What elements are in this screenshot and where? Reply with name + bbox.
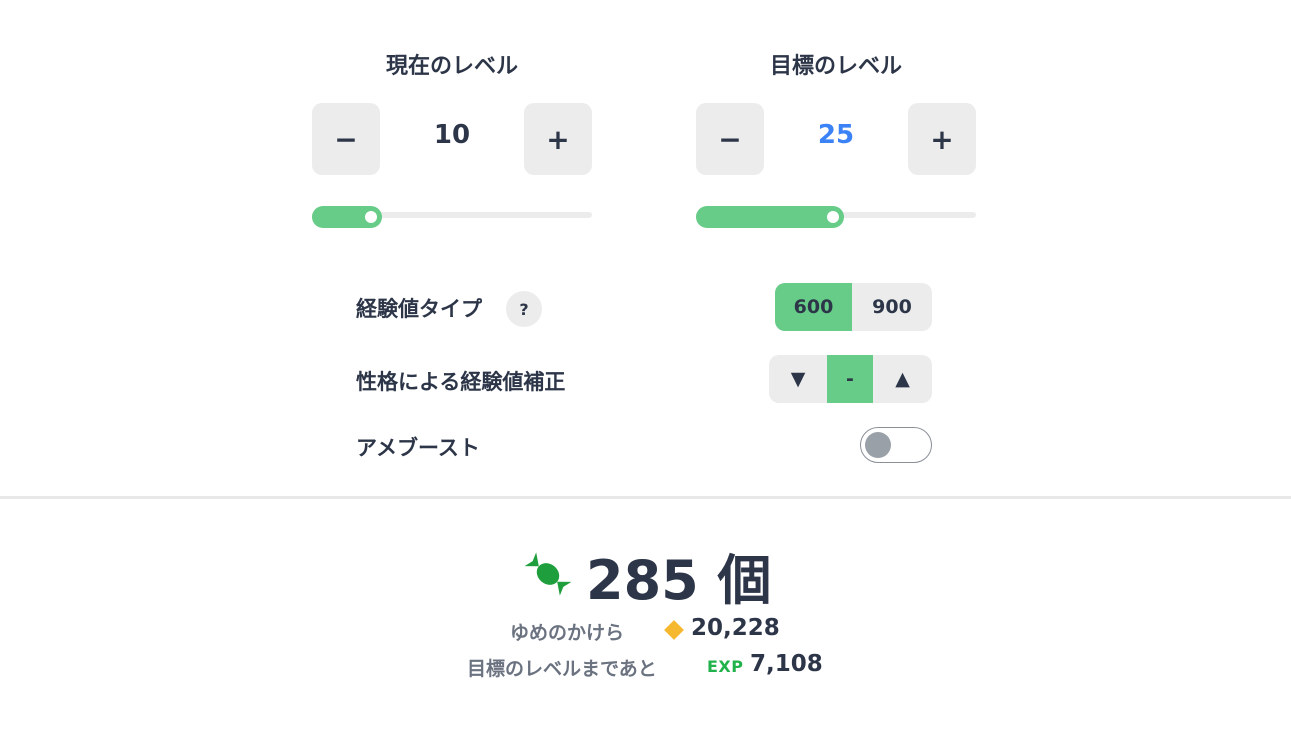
exp-type-selector: 600 900 [775, 283, 932, 331]
help-icon[interactable]: ? [506, 291, 542, 327]
candy-count: 285 個 [586, 549, 772, 612]
current-level-value: 10 [433, 120, 471, 150]
target-level-increment-button[interactable]: + [908, 103, 976, 175]
dream-shards-label: ゆめのかけら [510, 622, 625, 644]
nature-correction-selector: ▼ - ▲ [769, 355, 932, 403]
exp-type-option-900[interactable]: 900 [852, 283, 932, 331]
target-level-decrement-button[interactable]: − [696, 103, 764, 175]
current-level-title: 現在のレベル [385, 54, 518, 79]
toggle-knob [865, 432, 891, 458]
exp-remaining-value: 7,108 [750, 651, 823, 677]
exp-type-option-600[interactable]: 600 [775, 283, 852, 331]
target-level-slider[interactable] [696, 206, 976, 228]
exp-type-label: 経験値タイプ [356, 297, 482, 321]
section-divider [0, 496, 1291, 499]
nature-down-option[interactable]: ▼ [769, 355, 827, 403]
candy-icon [524, 552, 572, 596]
nature-correction-label: 性格による経験値補正 [356, 370, 566, 394]
dream-shard-icon [664, 620, 684, 640]
dream-shards-value: 20,228 [691, 615, 780, 641]
nature-neutral-option[interactable]: - [827, 355, 873, 403]
target-level-value: 25 [817, 120, 855, 150]
candy-boost-label: アメブースト [356, 436, 480, 460]
exp-remaining-label: 目標のレベルまであと [467, 658, 657, 680]
current-level-increment-button[interactable]: + [524, 103, 592, 175]
target-level-slider-fill [696, 206, 845, 228]
current-level-slider-thumb[interactable] [360, 207, 381, 227]
current-level-slider[interactable] [312, 206, 592, 228]
target-level-title: 目標のレベル [769, 54, 902, 79]
nature-up-option[interactable]: ▲ [873, 355, 932, 403]
exp-icon: EXP [707, 657, 744, 676]
candy-boost-toggle[interactable] [860, 427, 932, 463]
current-level-decrement-button[interactable]: − [312, 103, 380, 175]
